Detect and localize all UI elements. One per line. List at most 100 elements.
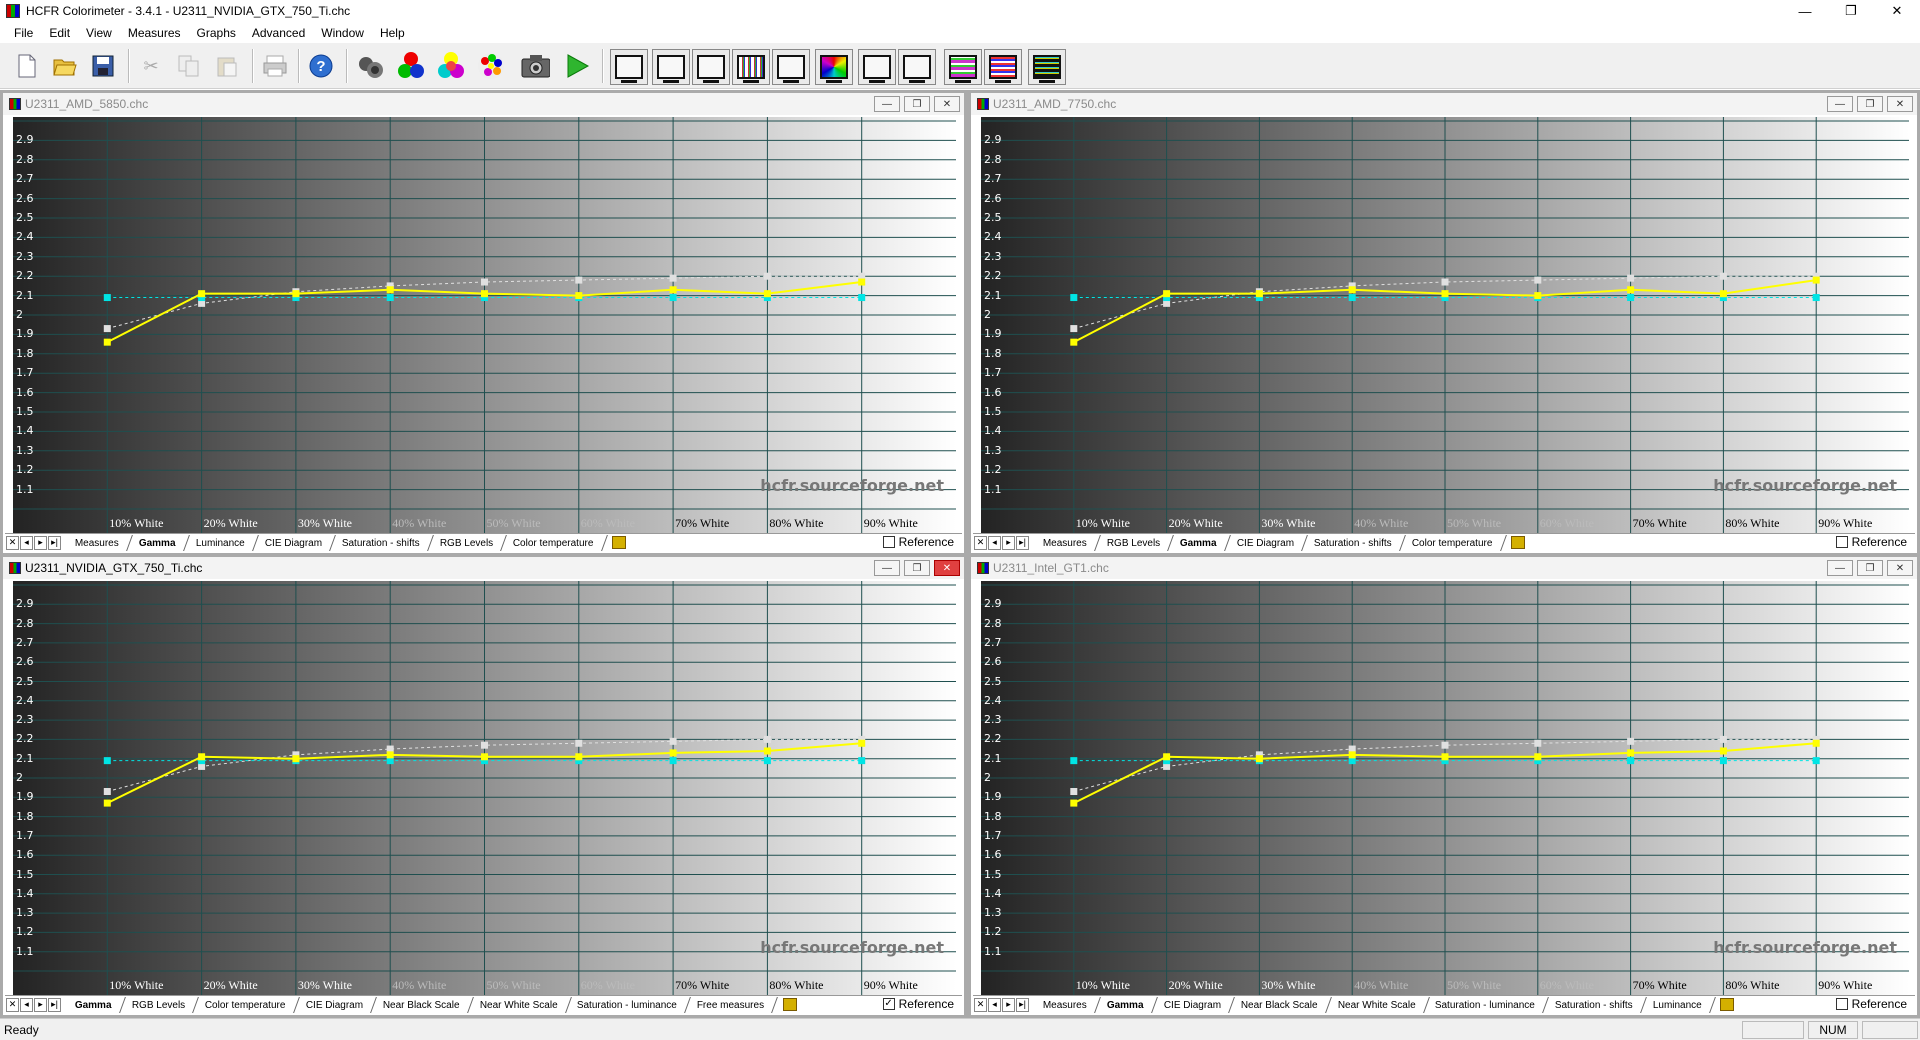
graph-gamma-icon[interactable] xyxy=(652,49,690,85)
cut-icon[interactable]: ✂ xyxy=(136,51,166,81)
reference-checkbox[interactable]: ✓ xyxy=(882,998,895,1010)
menu-file[interactable]: File xyxy=(6,26,41,40)
paste-icon[interactable] xyxy=(212,51,242,81)
sensor-icon[interactable] xyxy=(356,51,386,81)
close-button[interactable]: ✕ xyxy=(934,96,960,112)
reference-toggle[interactable]: Reference xyxy=(882,535,954,549)
close-tab-button[interactable]: ✕ xyxy=(974,535,987,550)
tab-gamma[interactable]: Gamma xyxy=(127,534,190,551)
graph-color-temp-icon[interactable] xyxy=(772,49,810,85)
graph-window-titlebar[interactable]: U2311_AMD_7750.chc — ❐ ✕ xyxy=(971,93,1917,115)
graph-luminance-icon[interactable] xyxy=(692,49,730,85)
reference-checkbox[interactable] xyxy=(1835,536,1848,548)
maximize-button[interactable]: ❐ xyxy=(1857,96,1883,112)
tab-rgb-levels[interactable]: RGB Levels xyxy=(428,534,507,551)
prev-tab-button[interactable]: ◂ xyxy=(988,997,1001,1012)
graph-free-icon[interactable] xyxy=(1028,49,1066,85)
minimize-button[interactable]: — xyxy=(1827,96,1853,112)
close-button[interactable]: ✕ xyxy=(1887,96,1913,112)
maximize-button[interactable]: ❐ xyxy=(1857,560,1883,576)
graph-near-black-icon[interactable] xyxy=(858,49,896,85)
close-tab-button[interactable]: ✕ xyxy=(6,535,19,550)
tab-saturation-shifts[interactable]: Saturation - shifts xyxy=(1544,996,1648,1013)
maximize-button[interactable]: ❐ xyxy=(904,560,930,576)
rgb-primaries-icon[interactable] xyxy=(396,51,426,81)
tab-luminance[interactable]: Luminance xyxy=(1642,996,1717,1013)
tab-near-white-scale[interactable]: Near White Scale xyxy=(468,996,572,1013)
last-tab-button[interactable]: ▸| xyxy=(1016,535,1029,550)
minimize-button[interactable]: — xyxy=(1782,0,1828,22)
tab-measures[interactable]: Measures xyxy=(1032,996,1101,1013)
next-tab-button[interactable]: ▸ xyxy=(1002,535,1015,550)
last-tab-button[interactable]: ▸| xyxy=(48,997,61,1012)
tab-gamma[interactable]: Gamma xyxy=(64,996,126,1013)
tab-saturation-luminance[interactable]: Saturation - luminance xyxy=(566,996,692,1013)
reference-toggle[interactable]: ✓ Reference xyxy=(882,997,954,1011)
minimize-button[interactable]: — xyxy=(874,96,900,112)
save-icon[interactable] xyxy=(88,51,118,81)
close-button[interactable]: ✕ xyxy=(934,560,960,576)
graph-cie-icon[interactable] xyxy=(815,49,853,85)
restore-button[interactable]: ❐ xyxy=(1828,0,1874,22)
tab-cie-diagram[interactable]: CIE Diagram xyxy=(1226,534,1309,551)
tab-color-temperature[interactable]: Color temperature xyxy=(502,534,608,551)
next-tab-button[interactable]: ▸ xyxy=(34,997,47,1012)
reference-toggle[interactable]: Reference xyxy=(1835,535,1907,549)
maximize-button[interactable]: ❐ xyxy=(904,96,930,112)
graph-measures-icon[interactable] xyxy=(610,49,648,85)
last-tab-button[interactable]: ▸| xyxy=(1016,997,1029,1012)
close-tab-button[interactable]: ✕ xyxy=(6,997,19,1012)
menu-measures[interactable]: Measures xyxy=(120,26,189,40)
secondaries-icon[interactable] xyxy=(436,51,466,81)
graph-rgb-levels-icon[interactable] xyxy=(732,49,770,85)
tab-saturation-shifts[interactable]: Saturation - shifts xyxy=(330,534,434,551)
tab-free-measures[interactable]: Free measures xyxy=(686,996,779,1013)
color-palette-icon[interactable] xyxy=(476,51,506,81)
minimize-button[interactable]: — xyxy=(874,560,900,576)
copy-icon[interactable] xyxy=(174,51,204,81)
tab-near-black-scale[interactable]: Near Black Scale xyxy=(1229,996,1332,1013)
tab-saturation-luminance[interactable]: Saturation - luminance xyxy=(1424,996,1550,1013)
tab-luminance[interactable]: Luminance xyxy=(184,534,259,551)
menu-edit[interactable]: Edit xyxy=(41,26,78,40)
open-icon[interactable] xyxy=(50,51,80,81)
menu-view[interactable]: View xyxy=(78,26,120,40)
close-button[interactable]: ✕ xyxy=(1874,0,1920,22)
next-tab-button[interactable]: ▸ xyxy=(34,535,47,550)
tab-near-black-scale[interactable]: Near Black Scale xyxy=(371,996,474,1013)
graph-saturation-icon[interactable] xyxy=(944,49,982,85)
tab-rgb-levels[interactable]: RGB Levels xyxy=(1095,534,1175,551)
tab-color-temperature[interactable]: Color temperature xyxy=(194,996,300,1013)
graph-near-white-icon[interactable] xyxy=(898,49,936,85)
graph-window-titlebar[interactable]: U2311_NVIDIA_GTX_750_Ti.chc — ❐ ✕ xyxy=(3,557,964,579)
last-tab-button[interactable]: ▸| xyxy=(48,535,61,550)
tab-gamma[interactable]: Gamma xyxy=(1095,996,1158,1013)
prev-tab-button[interactable]: ◂ xyxy=(20,535,33,550)
graph-sat-shifts-icon[interactable] xyxy=(984,49,1022,85)
tab-gamma[interactable]: Gamma xyxy=(1169,534,1231,551)
reference-checkbox[interactable] xyxy=(882,536,895,548)
prev-tab-button[interactable]: ◂ xyxy=(20,997,33,1012)
tab-color-temperature[interactable]: Color temperature xyxy=(1401,534,1507,551)
menu-window[interactable]: Window xyxy=(313,26,372,40)
tab-measures[interactable]: Measures xyxy=(64,534,133,551)
close-tab-button[interactable]: ✕ xyxy=(974,997,987,1012)
tab-cie-diagram[interactable]: CIE Diagram xyxy=(253,534,336,551)
tab-near-white-scale[interactable]: Near White Scale xyxy=(1326,996,1430,1013)
menu-advanced[interactable]: Advanced xyxy=(244,26,313,40)
print-icon[interactable] xyxy=(260,51,290,81)
tab-saturation-shifts[interactable]: Saturation - shifts xyxy=(1303,534,1406,551)
next-tab-button[interactable]: ▸ xyxy=(1002,997,1015,1012)
close-button[interactable]: ✕ xyxy=(1887,560,1913,576)
tab-measures[interactable]: Measures xyxy=(1032,534,1101,551)
prev-tab-button[interactable]: ◂ xyxy=(988,535,1001,550)
tab-rgb-levels[interactable]: RGB Levels xyxy=(120,996,199,1013)
graph-window-titlebar[interactable]: U2311_AMD_5850.chc — ❐ ✕ xyxy=(3,93,964,115)
reference-toggle[interactable]: Reference xyxy=(1835,997,1907,1011)
menu-graphs[interactable]: Graphs xyxy=(189,26,244,40)
tab-cie-diagram[interactable]: CIE Diagram xyxy=(1152,996,1235,1013)
play-icon[interactable] xyxy=(562,51,592,81)
menu-help[interactable]: Help xyxy=(372,26,413,40)
graph-window-titlebar[interactable]: U2311_Intel_GT1.chc — ❐ ✕ xyxy=(971,557,1917,579)
reference-checkbox[interactable] xyxy=(1835,998,1848,1010)
